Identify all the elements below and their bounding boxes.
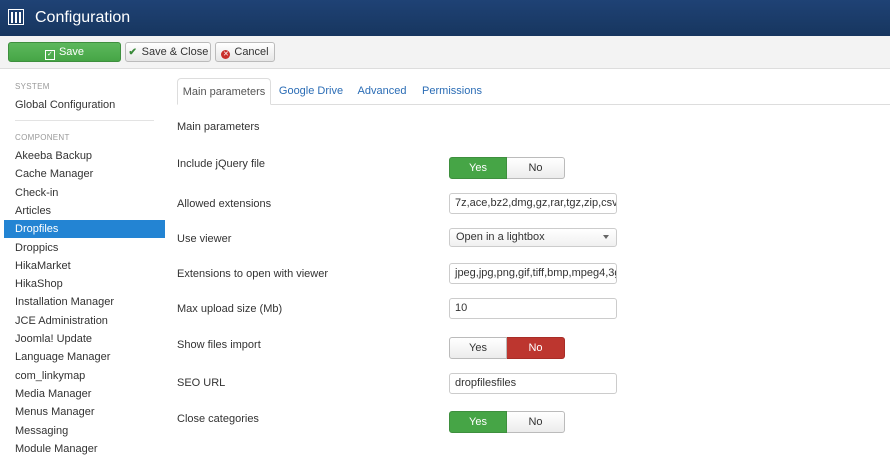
tab-advanced[interactable]: Advanced [353, 78, 411, 105]
allowed-extensions-input[interactable]: 7z,ace,bz2,dmg,gz,rar,tgz,zip,csv,doc [449, 193, 617, 214]
tab-google-drive[interactable]: Google Drive [274, 78, 348, 105]
include-jquery-toggle: Yes No [449, 157, 565, 179]
use-viewer-label: Use viewer [177, 233, 232, 245]
toolbar: ✓ Save ✔ Save & Close ✕ Cancel [0, 36, 890, 69]
sidebar-heading-system: SYSTEM [15, 82, 50, 91]
extensions-viewer-label: Extensions to open with viewer [177, 268, 329, 280]
save-label: Save [58, 46, 85, 58]
seo-url-input[interactable]: dropfilesfiles [449, 373, 617, 394]
sidebar-item-jce-administration[interactable]: JCE Administration [4, 312, 165, 330]
sidebar-item-joomla-update[interactable]: Joomla! Update [4, 330, 165, 348]
cancel-icon: ✕ [221, 50, 231, 59]
sidebar-item-media-manager[interactable]: Media Manager [4, 385, 165, 403]
seo-url-label: SEO URL [177, 377, 226, 389]
use-viewer-select[interactable]: Open in a lightbox [449, 228, 617, 247]
include-jquery-no[interactable]: No [507, 157, 565, 179]
equalizer-icon [8, 9, 24, 25]
use-viewer-value: Open in a lightbox [456, 231, 545, 243]
close-categories-toggle: Yes No [449, 411, 565, 433]
caret-down-icon [603, 235, 609, 239]
extensions-viewer-input[interactable]: jpeg,jpg,png,gif,tiff,bmp,mpeg4,3gpp [449, 263, 617, 284]
sidebar-item-droppics[interactable]: Droppics [4, 239, 165, 257]
cancel-label: Cancel [234, 46, 269, 58]
tab-main-parameters[interactable]: Main parameters [177, 78, 271, 105]
sidebar-item-menus-manager[interactable]: Menus Manager [4, 403, 165, 421]
sidebar-item-com-linkymap[interactable]: com_linkymap [4, 367, 165, 385]
header-bar: Configuration [0, 0, 890, 36]
include-jquery-label: Include jQuery file [177, 158, 266, 170]
allowed-extensions-label: Allowed extensions [177, 198, 272, 210]
save-close-button[interactable]: ✔ Save & Close [125, 42, 211, 62]
sidebar-item-hikashop[interactable]: HikaShop [4, 275, 165, 293]
tab-divider [271, 104, 890, 105]
sidebar-item-language-manager[interactable]: Language Manager [4, 348, 165, 366]
sidebar-item-messaging[interactable]: Messaging [4, 422, 165, 440]
sidebar-item-global-configuration[interactable]: Global Configuration [4, 96, 165, 114]
show-files-import-label: Show files import [177, 339, 261, 351]
sidebar-item-dropfiles[interactable]: Dropfiles [4, 220, 165, 239]
tab-permissions[interactable]: Permissions [417, 78, 487, 105]
show-files-import-yes[interactable]: Yes [449, 337, 507, 359]
sidebar-item-cache-manager[interactable]: Cache Manager [4, 165, 165, 183]
sidebar: SYSTEM Global Configuration COMPONENT Ak… [0, 69, 165, 455]
sidebar-item-check-in[interactable]: Check-in [4, 184, 165, 202]
max-upload-input[interactable]: 10 [449, 298, 617, 319]
sidebar-item-akeeba-backup[interactable]: Akeeba Backup [4, 147, 165, 165]
sidebar-divider [15, 120, 154, 121]
sidebar-heading-component: COMPONENT [15, 133, 70, 142]
check-icon: ✔ [128, 47, 137, 58]
show-files-import-no[interactable]: No [507, 337, 565, 359]
show-files-import-toggle: Yes No [449, 337, 565, 359]
max-upload-label: Max upload size (Mb) [177, 303, 283, 315]
include-jquery-yes[interactable]: Yes [449, 157, 507, 179]
section-title: Main parameters [177, 121, 260, 133]
cancel-button[interactable]: ✕ Cancel [215, 42, 275, 62]
page-title: Configuration [35, 9, 131, 26]
sidebar-item-hikamarket[interactable]: HikaMarket [4, 257, 165, 275]
close-categories-no[interactable]: No [507, 411, 565, 433]
save-icon: ✓ [44, 50, 55, 60]
sidebar-item-articles[interactable]: Articles [4, 202, 165, 220]
close-categories-label: Close categories [177, 413, 259, 425]
sidebar-item-module-manager[interactable]: Module Manager [4, 440, 165, 458]
save-button[interactable]: ✓ Save [8, 42, 121, 62]
close-categories-yes[interactable]: Yes [449, 411, 507, 433]
sidebar-item-installation-manager[interactable]: Installation Manager [4, 293, 165, 311]
save-close-label: Save & Close [141, 46, 209, 58]
